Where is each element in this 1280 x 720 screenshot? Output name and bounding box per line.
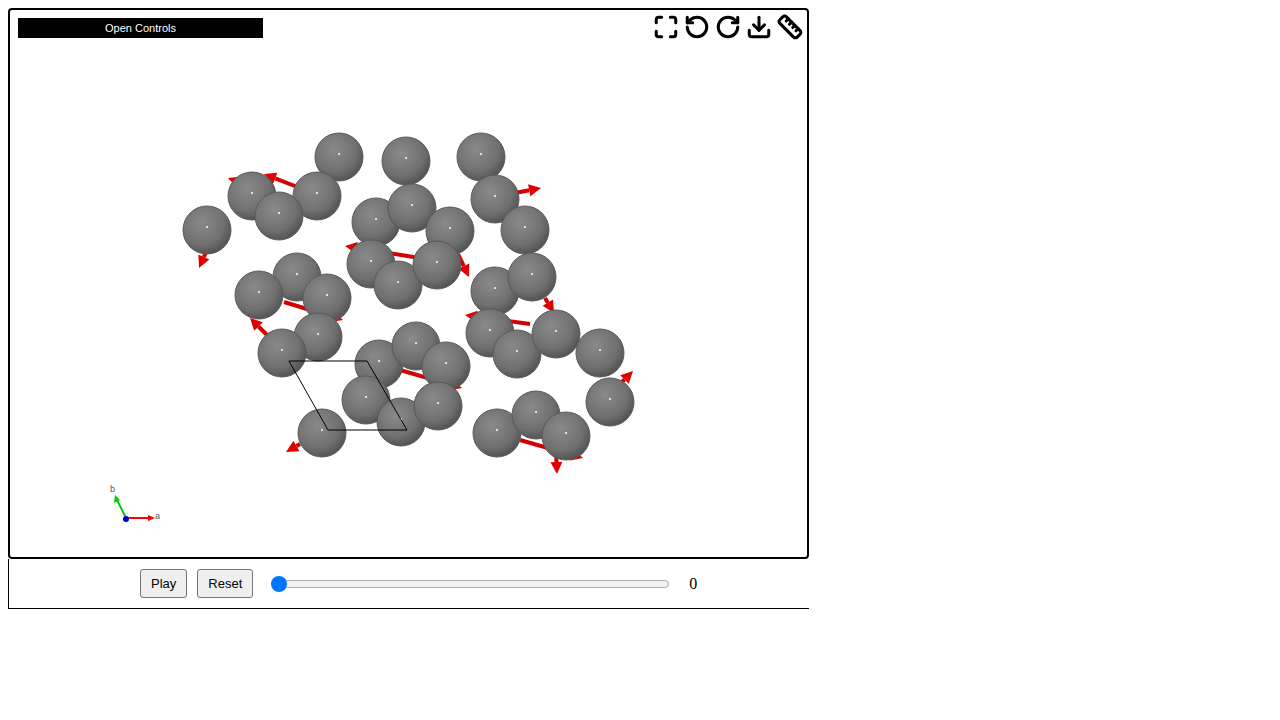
- undo-icon[interactable]: [684, 14, 710, 40]
- atom[interactable]: [576, 329, 624, 377]
- fullscreen-icon[interactable]: [653, 14, 679, 40]
- viewer: abOpen ControlsPlayReset0: [8, 8, 809, 609]
- download-icon[interactable]: [746, 14, 772, 40]
- atom[interactable]: [586, 378, 634, 426]
- playback-controls: Play Reset 0: [8, 559, 809, 609]
- atom[interactable]: [382, 137, 430, 185]
- atom[interactable]: [298, 409, 346, 457]
- svg-text:b: b: [110, 484, 115, 494]
- frame-reading: 0: [689, 572, 697, 596]
- atom[interactable]: [542, 412, 590, 460]
- toolbar: [653, 14, 803, 40]
- page: abOpen ControlsPlayReset0: [0, 0, 1280, 720]
- atom[interactable]: [413, 241, 461, 289]
- axes-indicator: ab: [110, 484, 160, 522]
- unit-cell: [289, 361, 407, 430]
- open-controls-button[interactable]: Open Controls: [18, 18, 263, 38]
- atom[interactable]: [501, 206, 549, 254]
- atom[interactable]: [532, 310, 580, 358]
- redo-icon[interactable]: [715, 14, 741, 40]
- svg-text:a: a: [155, 511, 160, 521]
- atom[interactable]: [414, 382, 462, 430]
- atom[interactable]: [235, 271, 283, 319]
- structure-canvas[interactable]: abOpen Controls: [8, 8, 809, 559]
- atom[interactable]: [508, 253, 556, 301]
- atom[interactable]: [457, 133, 505, 181]
- playback-button[interactable]: Play: [140, 569, 187, 598]
- atom[interactable]: [422, 342, 470, 390]
- playback-button[interactable]: Reset: [197, 569, 253, 598]
- displacement-arrow: [250, 318, 268, 336]
- frame-slider[interactable]: [271, 576, 669, 592]
- atom[interactable]: [255, 192, 303, 240]
- slider-thumb[interactable]: [271, 576, 287, 592]
- atom[interactable]: [258, 329, 306, 377]
- ruler-icon[interactable]: [777, 14, 803, 40]
- displacement-arrow: [286, 441, 300, 452]
- atom[interactable]: [183, 206, 231, 254]
- crystal-structure[interactable]: ab: [10, 10, 807, 557]
